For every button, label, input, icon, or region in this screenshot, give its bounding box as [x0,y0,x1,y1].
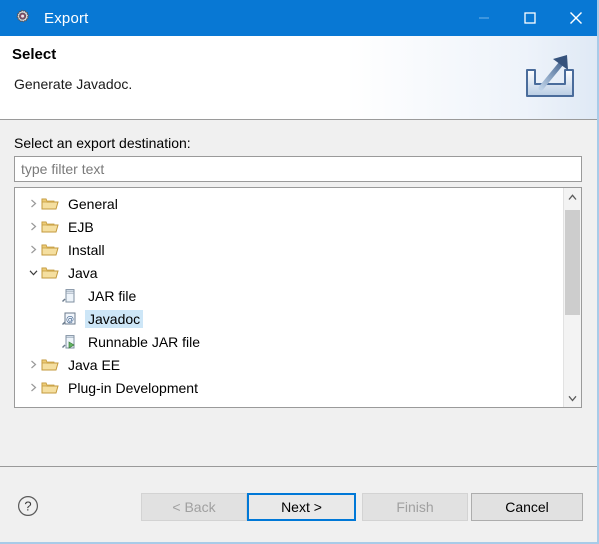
minimize-icon[interactable] [461,0,507,36]
folder-icon [41,380,59,396]
tree-item-label: Javadoc [85,309,144,328]
tree-vertical-scrollbar[interactable] [563,188,581,407]
maximize-icon[interactable] [507,0,553,36]
tree-item-label: Runnable JAR file [88,333,201,350]
scroll-down-icon[interactable] [564,389,581,407]
folder-icon [41,196,59,212]
folder-icon [41,357,59,373]
svg-text:?: ? [24,499,31,514]
finish-button[interactable]: Finish [362,493,468,521]
tree-item-plug-in-development[interactable]: Plug-in Development [15,376,563,399]
export-arrow-icon [519,46,581,108]
javadoc-icon: @ [61,311,79,327]
chevron-right-icon[interactable] [25,196,41,212]
chevron-right-icon[interactable] [25,357,41,373]
scrollbar-thumb[interactable] [565,210,580,315]
chevron-right-icon[interactable] [25,242,41,258]
page-subtitle: Generate Javadoc. [14,76,133,92]
tree-item-jar-file[interactable]: JAR file [15,284,563,307]
chevron-down-icon[interactable] [25,265,41,281]
tree-item-java-ee[interactable]: Java EE [15,353,563,376]
window-title: Export [44,9,89,27]
chevron-right-icon[interactable] [25,380,41,396]
tree-item-java[interactable]: Java [15,261,563,284]
jar-file-icon [61,288,79,304]
help-question-icon[interactable]: ? [17,495,39,517]
tree-item-install[interactable]: Install [15,238,563,261]
back-button[interactable]: < Back [141,493,247,521]
folder-icon [41,219,59,235]
title-bar: Export [0,0,597,36]
destination-label: Select an export destination: [14,135,191,151]
gear-icon [12,8,32,28]
tree-rows: General EJB Install Java JAR file @ Java… [15,188,563,407]
wizard-footer: ? < Back Next > Finish Cancel [0,468,597,542]
cancel-button[interactable]: Cancel [471,493,583,521]
export-destination-tree[interactable]: General EJB Install Java JAR file @ Java… [14,187,582,408]
wizard-body: Select an export destination: General [0,120,597,467]
runnable-jar-icon [61,334,79,350]
page-title: Select [12,46,57,63]
svg-text:@: @ [66,314,74,323]
tree-item-label: EJB [68,218,94,235]
next-button[interactable]: Next > [247,493,356,521]
wizard-header: Select Generate Javadoc. [0,36,597,120]
folder-icon [41,265,59,281]
tree-item-label: Plug-in Development [68,379,198,396]
tree-item-label: Install [68,241,105,258]
tree-item-label: JAR file [88,287,137,304]
chevron-right-icon[interactable] [25,219,41,235]
filter-input[interactable] [14,156,582,182]
close-icon[interactable] [553,0,597,36]
tree-item-general[interactable]: General [15,192,563,215]
tree-item-label: Java EE [68,356,121,373]
window-controls [461,0,597,36]
tree-item-label: General [68,195,118,212]
export-wizard-dialog: Export Select Generate Javadoc. Select a… [0,0,599,544]
folder-icon [41,242,59,258]
tree-item-runnable-jar-file[interactable]: Runnable JAR file [15,330,563,353]
tree-item-ejb[interactable]: EJB [15,215,563,238]
tree-item-javadoc[interactable]: @ Javadoc [15,307,563,330]
scroll-up-icon[interactable] [564,188,581,206]
tree-item-label: Java [68,264,98,281]
